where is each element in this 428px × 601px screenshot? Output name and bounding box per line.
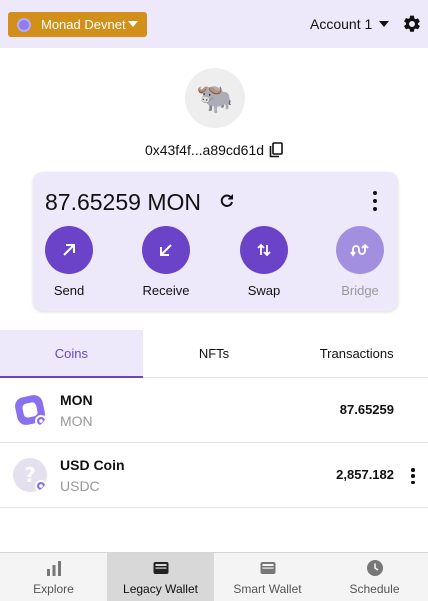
account-label: Account 1 (310, 16, 373, 32)
svg-text:?: ? (24, 463, 36, 487)
coin-amount: 2,857.182 (336, 467, 394, 482)
network-icon (17, 17, 31, 32)
coin-amount: 87.65259 (339, 402, 394, 417)
coin-name: MON (60, 392, 93, 408)
app-header: Monad Devnet Account 1 (0, 0, 428, 48)
chevron-down-icon (379, 21, 390, 27)
nav-schedule[interactable]: Schedule (321, 553, 428, 601)
avatar: 🐃 (185, 68, 245, 128)
bridge-icon (350, 243, 369, 257)
coin-name: USD Coin (60, 457, 125, 473)
network-selector-button[interactable]: Monad Devnet (8, 12, 147, 37)
tab-coins[interactable]: Coins (0, 330, 143, 378)
bridge-button[interactable]: Bridge (330, 226, 390, 298)
copy-icon[interactable] (269, 142, 283, 158)
gear-icon[interactable] (402, 14, 422, 34)
asset-tabs: Coins NFTs Transactions (0, 330, 428, 378)
monad-logo-icon (15, 395, 47, 427)
nav-smart-wallet[interactable]: Smart Wallet (214, 553, 321, 601)
list-item[interactable]: MON MON 87.65259 (0, 378, 428, 443)
network-label: Monad Devnet (41, 17, 126, 32)
nav-legacy-wallet[interactable]: Legacy Wallet (107, 553, 214, 601)
nav-explore[interactable]: Explore (0, 553, 107, 601)
arrow-up-right-icon (63, 244, 75, 256)
wallet-address: 0x43f4f...a89cd61d (144, 142, 265, 158)
swap-button[interactable]: Swap (234, 226, 294, 298)
send-label: Send (53, 283, 85, 298)
nav-label: Smart Wallet (233, 582, 302, 596)
smart-wallet-icon (260, 562, 275, 574)
wallet-icon (153, 562, 168, 574)
more-options-icon[interactable] (372, 191, 378, 211)
balance-amount: 87.65259 MON (45, 189, 201, 215)
swap-icon (257, 243, 271, 257)
send-button[interactable]: Send (39, 226, 99, 298)
bottom-nav: Explore Legacy Wallet Smart Wallet Sched… (0, 552, 428, 601)
swap-label: Swap (247, 283, 281, 298)
receive-button[interactable]: Receive (136, 226, 196, 298)
nav-label: Legacy Wallet (123, 582, 198, 596)
chevron-down-icon (128, 21, 138, 27)
bar-chart-icon (46, 561, 61, 576)
tab-nfts[interactable]: NFTs (143, 330, 286, 377)
list-item[interactable]: ? USD Coin USDC 2,857.182 (0, 443, 428, 508)
tab-transactions[interactable]: Transactions (285, 330, 428, 377)
refresh-icon[interactable] (219, 193, 235, 209)
bridge-label: Bridge (341, 283, 379, 298)
unknown-token-icon: ? (13, 458, 47, 492)
nav-label: Schedule (349, 582, 400, 596)
avatar-emoji: 🐃 (196, 81, 234, 115)
address-row: 0x43f4f...a89cd61d (0, 142, 428, 158)
coin-symbol: USDC (60, 478, 100, 494)
nav-label: Explore (33, 582, 74, 596)
receive-label: Receive (142, 283, 190, 298)
more-options-icon[interactable] (410, 468, 416, 484)
arrow-down-left-icon (160, 244, 172, 256)
clock-icon (366, 560, 383, 576)
balance-card: 87.65259 MON Send Receive Swap Bridge (33, 172, 398, 311)
account-selector-button[interactable]: Account 1 (310, 15, 390, 33)
coin-symbol: MON (60, 413, 93, 429)
